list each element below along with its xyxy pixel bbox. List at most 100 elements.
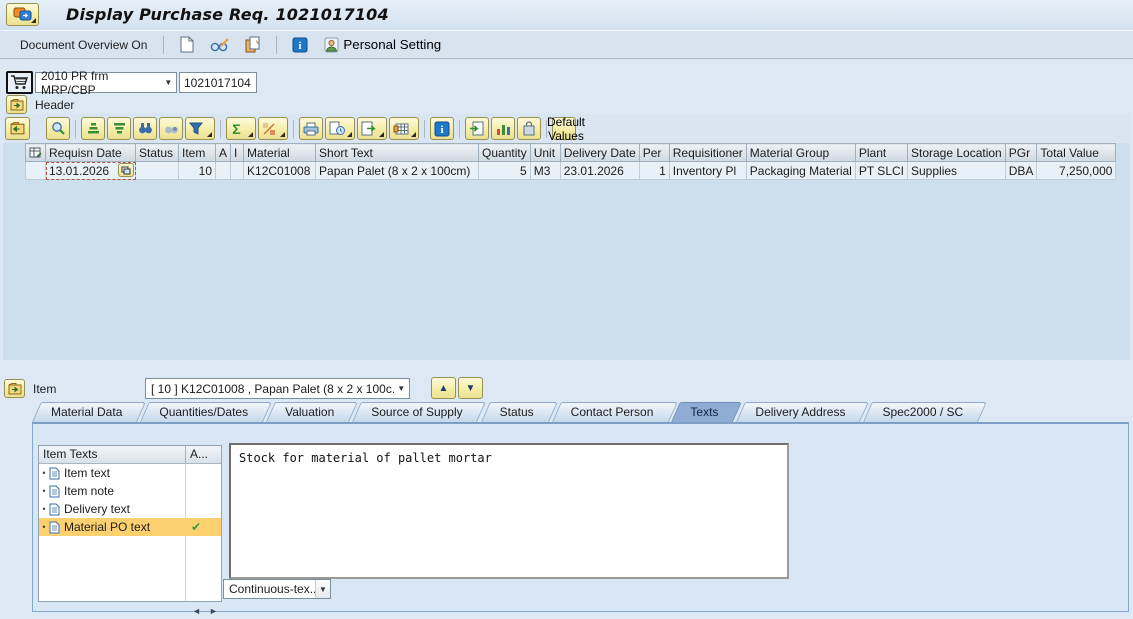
print-preview-button[interactable] [325, 117, 355, 140]
total-value-cell[interactable]: 7,250,000 [1036, 161, 1117, 180]
header-expand-button[interactable] [6, 95, 27, 114]
text-editor-area[interactable]: Stock for material of pallet mortar [229, 443, 789, 579]
table-selection-icon [29, 147, 42, 158]
toolbar-separator [75, 119, 76, 138]
tab-status[interactable]: Status [481, 402, 549, 422]
subtotals-button[interactable] [258, 117, 288, 140]
col-requisn-date[interactable]: Requisn Date [45, 143, 136, 162]
shopping-bag-button[interactable] [517, 117, 541, 140]
item-dropdown[interactable]: [ 10 ] K12C01008 , Papan Palet (8 x 2 x … [145, 378, 410, 399]
requisn-date-cell[interactable]: 13.01.2026 [45, 161, 136, 180]
print-button[interactable] [299, 117, 323, 140]
material-cell[interactable]: K12C01008 [243, 161, 317, 180]
col-material[interactable]: Material [243, 143, 317, 162]
find-button[interactable] [133, 117, 157, 140]
col-material-group[interactable]: Material Group [745, 143, 856, 162]
items-grid-panel: Σ i Default Values Requisn Date Status I… [3, 114, 1130, 360]
i-cell[interactable] [230, 161, 245, 180]
col-item[interactable]: Item [178, 143, 216, 162]
bullet-icon: • [42, 486, 46, 496]
tab-quantities-dates[interactable]: Quantities/Dates [140, 402, 263, 422]
cart-icon-button[interactable] [6, 71, 33, 94]
export-button[interactable] [357, 117, 387, 140]
col-per[interactable]: Per [638, 143, 670, 162]
personal-setting-button[interactable]: Personal Setting [320, 34, 445, 56]
filter-button[interactable] [185, 117, 215, 140]
col-total-value[interactable]: Total Value [1036, 143, 1117, 162]
short-text-cell[interactable]: Papan Palet (8 x 2 x 100cm) [315, 161, 480, 180]
system-menu-button[interactable] [6, 3, 39, 26]
tab-contact-person[interactable]: Contact Person [552, 402, 669, 422]
list-item-material-po-text[interactable]: • Material PO text ✔ [39, 518, 221, 536]
item-expand-button[interactable] [4, 379, 25, 398]
requisitioner-cell[interactable]: Inventory Pl [668, 161, 747, 180]
scroll-right-button[interactable]: ► [206, 602, 221, 619]
services-info-button[interactable]: i [287, 34, 313, 56]
pr-number-field[interactable] [179, 72, 257, 93]
display-change-button[interactable] [207, 34, 233, 56]
delivery-date-cell[interactable]: 23.01.2026 [559, 161, 640, 180]
list-item-delivery-text[interactable]: • Delivery text [39, 500, 221, 518]
col-storage-location[interactable]: Storage Location [907, 143, 1006, 162]
pr-type-dropdown[interactable]: 2010 PR frm MRP/CBP ▼ [35, 69, 177, 97]
text-format-dropdown[interactable]: Continuous-tex... ▼ [223, 579, 331, 599]
tab-source-of-supply[interactable]: Source of Supply [352, 402, 477, 422]
details-button[interactable] [46, 117, 70, 140]
previous-item-button[interactable]: ▲ [431, 377, 456, 399]
list-item-item-note[interactable]: • Item note [39, 482, 221, 500]
create-document-button[interactable] [174, 34, 200, 56]
plant-cell[interactable]: PT SLCI [854, 161, 909, 180]
document-overview-button[interactable]: Document Overview On [14, 36, 153, 54]
dropdown-arrow-icon: ▼ [164, 78, 173, 87]
default-values-button[interactable]: Default Values [547, 115, 585, 143]
col-quantity[interactable]: Quantity [478, 143, 531, 162]
per-cell[interactable]: 1 [638, 161, 670, 180]
find-next-button[interactable] [159, 117, 183, 140]
default-values-label: Default Values [546, 114, 586, 143]
sort-descending-icon [113, 123, 125, 134]
graphic-button[interactable] [491, 117, 515, 140]
pgr-cell[interactable]: DBA [1004, 161, 1038, 180]
status-cell[interactable] [135, 161, 179, 180]
tab-valuation[interactable]: Valuation [266, 402, 349, 422]
collapse-grid-button[interactable] [5, 117, 30, 140]
layout-button[interactable] [389, 117, 419, 140]
col-pgr[interactable]: PGr [1004, 143, 1038, 162]
unit-cell[interactable]: M3 [529, 161, 561, 180]
col-status[interactable]: Status [135, 143, 179, 162]
list-horizontal-scroll: ◄ ► [189, 602, 221, 619]
col-plant[interactable]: Plant [854, 143, 909, 162]
header-section-row: Header [6, 95, 74, 114]
col-short-text[interactable]: Short Text [315, 143, 480, 162]
sort-descending-button[interactable] [107, 117, 131, 140]
row-select-cell[interactable] [25, 161, 46, 180]
scroll-left-button[interactable]: ◄ [189, 602, 204, 619]
date-detail-button[interactable] [118, 163, 134, 177]
copy-document-button[interactable] [240, 34, 266, 56]
list-item-item-text[interactable]: • Item text [39, 464, 221, 482]
tab-delivery-address[interactable]: Delivery Address [736, 402, 860, 422]
storage-location-cell[interactable]: Supplies [907, 161, 1006, 180]
col-i[interactable]: I [230, 143, 245, 162]
col-unit[interactable]: Unit [529, 143, 561, 162]
material-group-cell[interactable]: Packaging Material [745, 161, 856, 180]
grid-info-button[interactable]: i [430, 117, 454, 140]
sort-ascending-button[interactable] [81, 117, 105, 140]
col-delivery-date[interactable]: Delivery Date [559, 143, 640, 162]
tab-texts[interactable]: Texts [671, 402, 733, 422]
select-all-header[interactable] [25, 143, 46, 162]
tab-material-data[interactable]: Material Data [32, 402, 137, 422]
col-a[interactable]: A [214, 143, 232, 162]
item-cell[interactable]: 10 [178, 161, 216, 180]
printer-icon [303, 122, 319, 135]
sum-button[interactable]: Σ [226, 117, 256, 140]
next-item-button[interactable]: ▼ [458, 377, 483, 399]
refresh-button[interactable] [465, 117, 489, 140]
quantity-cell[interactable]: 5 [478, 161, 531, 180]
col-requisitioner[interactable]: Requisitioner [668, 143, 747, 162]
a-cell[interactable] [214, 161, 232, 180]
down-arrow-icon: ▼ [465, 382, 476, 394]
bullet-icon: • [42, 522, 46, 532]
toolbar-separator [220, 119, 221, 138]
tab-spec2000-sc[interactable]: Spec2000 / SC [863, 402, 978, 422]
